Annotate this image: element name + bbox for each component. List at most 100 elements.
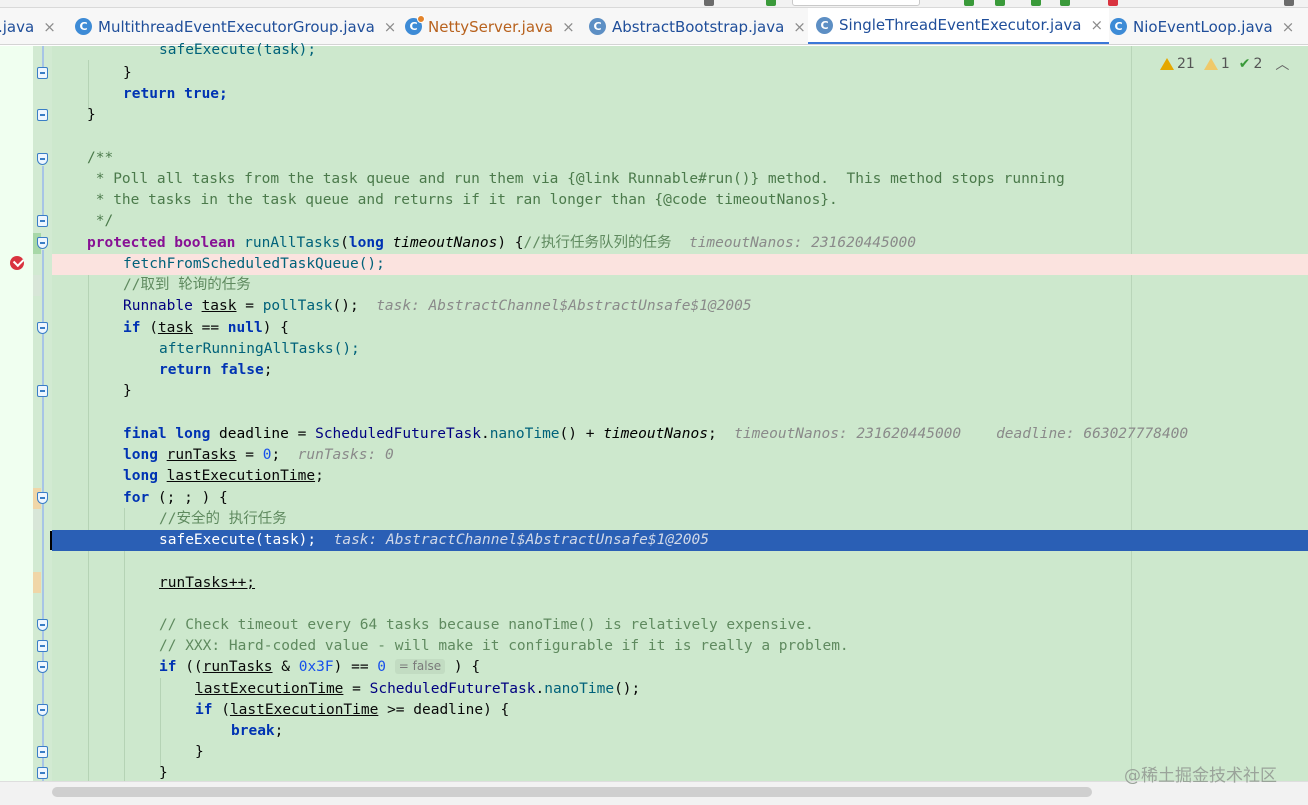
current-execution-line: safeExecute(task); task: AbstractChannel…: [52, 530, 1308, 551]
method-call: safeExecute(task);: [159, 42, 317, 58]
code-line: return false;: [159, 362, 273, 378]
brace: }: [123, 65, 132, 81]
code-line: afterRunningAllTasks();: [52, 339, 1308, 360]
tab-label: MultithreadEventExecutorGroup.java: [98, 17, 375, 36]
fold-start-icon[interactable]: [37, 153, 48, 165]
inline-debug-value: runTasks: 0: [297, 447, 394, 463]
tab-label: NettyServer.java: [428, 17, 554, 36]
code-line: * Poll all tasks from the task queue and…: [52, 169, 1308, 190]
javadoc-line: * Poll all tasks from the task queue and…: [87, 171, 1065, 187]
fold-start-icon[interactable]: [37, 237, 48, 249]
tab-label: NioEventLoop.java: [1133, 17, 1273, 36]
hammer-icon[interactable]: [766, 0, 776, 6]
scrollbar-thumb[interactable]: [52, 787, 1092, 797]
fold-start-icon[interactable]: [37, 619, 48, 631]
fold-end-icon[interactable]: [37, 109, 48, 121]
horizontal-scrollbar[interactable]: [52, 781, 1308, 805]
fold-end-icon[interactable]: [37, 385, 48, 397]
run-configuration-select[interactable]: [792, 0, 920, 6]
line-comment: // XXX: Hard-coded value - will make it …: [159, 638, 849, 654]
breakpoint-icon[interactable]: [10, 256, 24, 270]
warning-icon: [1160, 58, 1174, 70]
tab-label: AbstractBootstrap.java: [612, 17, 785, 36]
weak-warning-icon: [1203, 58, 1218, 70]
fold-end-icon[interactable]: [37, 767, 48, 779]
search-everywhere-icon[interactable]: [1284, 0, 1294, 6]
code-line: break;: [231, 723, 284, 739]
debug-icon[interactable]: [995, 0, 1005, 6]
keyword: null: [227, 320, 263, 336]
fold-start-icon[interactable]: [37, 704, 48, 716]
coverage-icon[interactable]: [1031, 0, 1041, 6]
variable: task: [201, 298, 237, 314]
breakpoint-line: fetchFromScheduledTaskQueue();: [52, 254, 1308, 275]
fold-end-icon[interactable]: [37, 215, 48, 227]
variable: runTasks: [166, 447, 237, 463]
close-icon[interactable]: ×: [1090, 16, 1103, 34]
line-number-gutter[interactable]: [0, 46, 33, 781]
type-name: ScheduledFutureTask: [315, 426, 481, 442]
build-icon[interactable]: [704, 0, 714, 6]
code-line: }: [195, 744, 204, 760]
vcs-change-marker[interactable]: [33, 275, 41, 296]
keyword: long: [348, 235, 384, 251]
line-comment: // Check timeout every 64 tasks because …: [159, 617, 814, 633]
code-line: }: [123, 383, 132, 399]
typo-check-icon: ✔: [1238, 56, 1251, 72]
fold-end-icon[interactable]: [37, 746, 48, 758]
close-icon[interactable]: ×: [384, 18, 397, 36]
vcs-change-marker[interactable]: [33, 509, 41, 530]
code-line: for (; ; ) {: [123, 490, 228, 506]
fold-end-icon[interactable]: [37, 67, 48, 79]
code-line: //取到 轮询的任务: [52, 275, 1308, 296]
variable: lastExecutionTime: [195, 681, 344, 697]
fold-start-icon[interactable]: [37, 661, 48, 673]
gutter-footer: [0, 781, 52, 805]
code-line: if (lastExecutionTime >= deadline) {: [195, 702, 510, 718]
method-call: fetchFromScheduledTaskQueue();: [123, 256, 385, 272]
method-call: pollTask: [262, 298, 333, 314]
close-icon[interactable]: ×: [562, 18, 575, 36]
code-line: */: [52, 211, 1308, 232]
keyword: if: [159, 659, 177, 675]
keyword: long: [123, 447, 158, 463]
close-icon[interactable]: ×: [1282, 18, 1295, 36]
run-icon[interactable]: [964, 0, 974, 6]
weak-warnings-count[interactable]: 1: [1203, 56, 1230, 72]
close-icon[interactable]: ×: [793, 18, 806, 36]
return-statement: return true;: [123, 86, 228, 102]
profile-icon[interactable]: [1060, 0, 1070, 6]
close-icon[interactable]: ×: [43, 18, 56, 36]
vcs-change-marker[interactable]: [33, 572, 41, 593]
fold-start-icon[interactable]: [37, 322, 48, 334]
main-toolbar: [0, 0, 1308, 8]
method-name: runAllTasks: [244, 235, 341, 251]
inspection-widget[interactable]: 21 1 ✔ 2 ︿: [1160, 54, 1289, 74]
tab-partial-java[interactable]: .java ×: [0, 8, 56, 44]
code-line: lastExecutionTime = ScheduledFutureTask.…: [195, 681, 641, 697]
variable: task: [157, 320, 193, 336]
tab-label: .java: [0, 17, 35, 36]
code-line: return true;: [52, 84, 1308, 105]
abstract-class-icon: C: [816, 16, 833, 34]
typos-count[interactable]: ✔ 2: [1239, 56, 1263, 72]
chevron-up-icon[interactable]: ︿: [1275, 54, 1289, 74]
variable: deadline: [219, 426, 289, 442]
fold-end-icon[interactable]: [37, 640, 48, 652]
line-comment: //取到 轮询的任务: [123, 277, 251, 293]
line-comment: //安全的 执行任务: [159, 511, 287, 527]
statement: runTasks++;: [159, 575, 256, 591]
code-line: long runTasks = 0; runTasks: 0: [123, 447, 394, 463]
tab-label: SingleThreadEventExecutor.java: [839, 16, 1082, 34]
number-literal: 0: [377, 659, 387, 675]
method-call: safeExecute(task);: [159, 532, 317, 548]
inline-debug-value: timeoutNanos: 231620445000: [688, 235, 916, 251]
method-call: nanoTime: [489, 426, 560, 442]
fold-start-icon[interactable]: [37, 492, 48, 504]
warnings-count[interactable]: 21: [1160, 56, 1195, 72]
code-line: Runnable task = pollTask(); task: Abstra…: [123, 298, 752, 314]
class-icon: C: [75, 18, 92, 35]
stop-icon[interactable]: [1108, 0, 1118, 6]
keyword: if: [123, 320, 141, 336]
code-line: }: [52, 105, 1308, 126]
